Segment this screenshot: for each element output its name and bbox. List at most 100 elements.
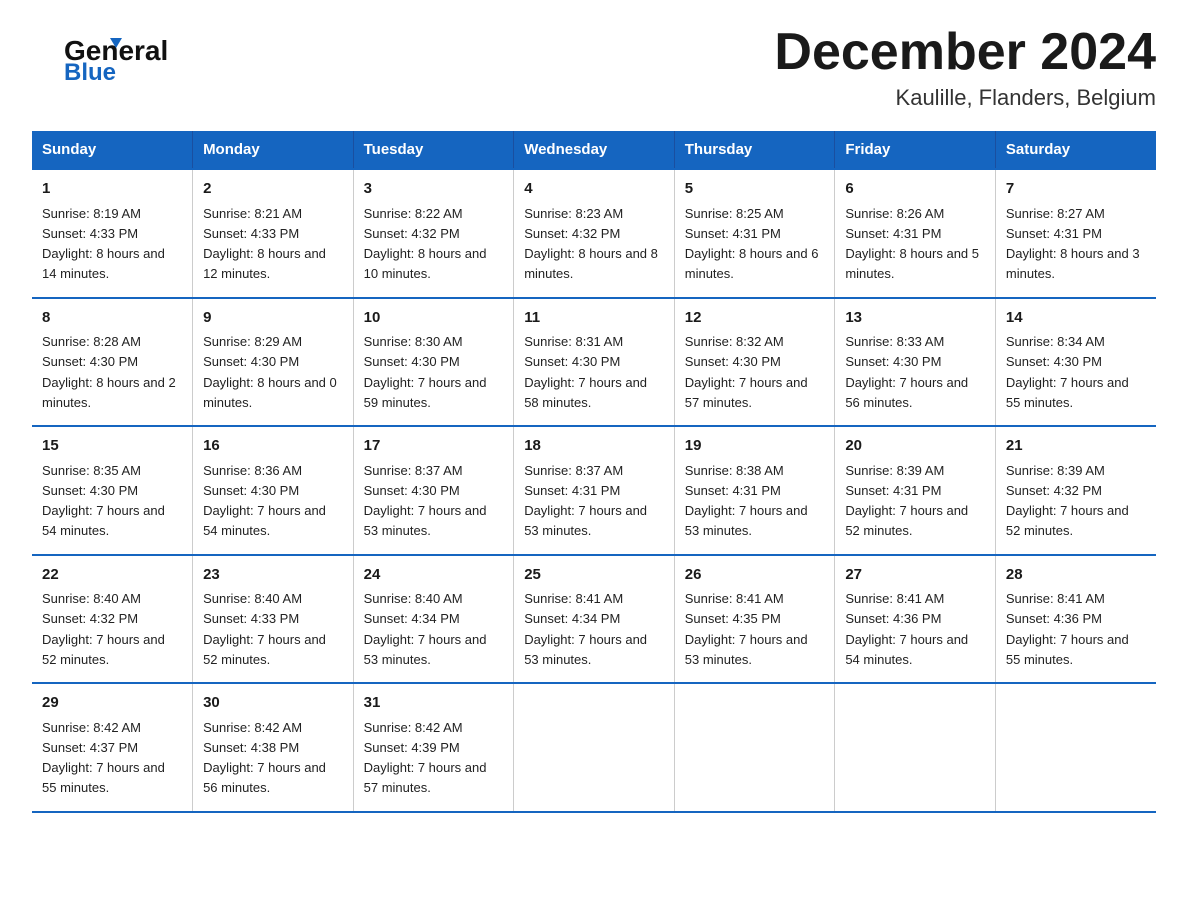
- day-info: Sunrise: 8:36 AMSunset: 4:30 PMDaylight:…: [203, 463, 326, 539]
- day-cell: [514, 683, 675, 812]
- day-number: 2: [203, 178, 343, 201]
- day-number: 24: [364, 564, 504, 587]
- day-number: 18: [524, 435, 664, 458]
- day-cell: 28 Sunrise: 8:41 AMSunset: 4:36 PMDaylig…: [995, 555, 1156, 684]
- day-number: 14: [1006, 307, 1146, 330]
- week-row-2: 8 Sunrise: 8:28 AMSunset: 4:30 PMDayligh…: [32, 298, 1156, 427]
- day-number: 6: [845, 178, 985, 201]
- day-cell: 8 Sunrise: 8:28 AMSunset: 4:30 PMDayligh…: [32, 298, 193, 427]
- day-cell: 18 Sunrise: 8:37 AMSunset: 4:31 PMDaylig…: [514, 426, 675, 555]
- day-cell: 13 Sunrise: 8:33 AMSunset: 4:30 PMDaylig…: [835, 298, 996, 427]
- day-info: Sunrise: 8:40 AMSunset: 4:34 PMDaylight:…: [364, 591, 487, 667]
- calendar-table: SundayMondayTuesdayWednesdayThursdayFrid…: [32, 131, 1156, 813]
- day-number: 27: [845, 564, 985, 587]
- day-number: 9: [203, 307, 343, 330]
- day-info: Sunrise: 8:30 AMSunset: 4:30 PMDaylight:…: [364, 334, 487, 410]
- calendar-title: December 2024: [774, 24, 1156, 81]
- day-number: 12: [685, 307, 825, 330]
- calendar-header: SundayMondayTuesdayWednesdayThursdayFrid…: [32, 131, 1156, 169]
- day-info: Sunrise: 8:37 AMSunset: 4:31 PMDaylight:…: [524, 463, 647, 539]
- day-cell: 21 Sunrise: 8:39 AMSunset: 4:32 PMDaylig…: [995, 426, 1156, 555]
- day-info: Sunrise: 8:41 AMSunset: 4:36 PMDaylight:…: [845, 591, 968, 667]
- logo-icon: General Blue: [32, 24, 152, 84]
- day-cell: 12 Sunrise: 8:32 AMSunset: 4:30 PMDaylig…: [674, 298, 835, 427]
- day-number: 19: [685, 435, 825, 458]
- day-number: 21: [1006, 435, 1146, 458]
- day-info: Sunrise: 8:19 AMSunset: 4:33 PMDaylight:…: [42, 206, 165, 282]
- day-info: Sunrise: 8:35 AMSunset: 4:30 PMDaylight:…: [42, 463, 165, 539]
- day-info: Sunrise: 8:34 AMSunset: 4:30 PMDaylight:…: [1006, 334, 1129, 410]
- day-cell: 5 Sunrise: 8:25 AMSunset: 4:31 PMDayligh…: [674, 169, 835, 298]
- day-info: Sunrise: 8:41 AMSunset: 4:34 PMDaylight:…: [524, 591, 647, 667]
- day-number: 25: [524, 564, 664, 587]
- day-info: Sunrise: 8:33 AMSunset: 4:30 PMDaylight:…: [845, 334, 968, 410]
- day-number: 3: [364, 178, 504, 201]
- svg-text:Blue: Blue: [64, 59, 116, 86]
- day-info: Sunrise: 8:21 AMSunset: 4:33 PMDaylight:…: [203, 206, 326, 282]
- day-cell: 4 Sunrise: 8:23 AMSunset: 4:32 PMDayligh…: [514, 169, 675, 298]
- header-day-saturday: Saturday: [995, 131, 1156, 169]
- day-number: 28: [1006, 564, 1146, 587]
- day-cell: 10 Sunrise: 8:30 AMSunset: 4:30 PMDaylig…: [353, 298, 514, 427]
- day-number: 20: [845, 435, 985, 458]
- day-info: Sunrise: 8:23 AMSunset: 4:32 PMDaylight:…: [524, 206, 658, 282]
- day-cell: 11 Sunrise: 8:31 AMSunset: 4:30 PMDaylig…: [514, 298, 675, 427]
- week-row-5: 29 Sunrise: 8:42 AMSunset: 4:37 PMDaylig…: [32, 683, 1156, 812]
- day-cell: 30 Sunrise: 8:42 AMSunset: 4:38 PMDaylig…: [193, 683, 354, 812]
- week-row-4: 22 Sunrise: 8:40 AMSunset: 4:32 PMDaylig…: [32, 555, 1156, 684]
- day-cell: 1 Sunrise: 8:19 AMSunset: 4:33 PMDayligh…: [32, 169, 193, 298]
- day-info: Sunrise: 8:42 AMSunset: 4:38 PMDaylight:…: [203, 720, 326, 796]
- day-cell: [995, 683, 1156, 812]
- day-cell: 25 Sunrise: 8:41 AMSunset: 4:34 PMDaylig…: [514, 555, 675, 684]
- title-area: December 2024 Kaulille, Flanders, Belgiu…: [774, 24, 1156, 111]
- day-number: 17: [364, 435, 504, 458]
- day-cell: 7 Sunrise: 8:27 AMSunset: 4:31 PMDayligh…: [995, 169, 1156, 298]
- week-row-3: 15 Sunrise: 8:35 AMSunset: 4:30 PMDaylig…: [32, 426, 1156, 555]
- header-day-friday: Friday: [835, 131, 996, 169]
- day-cell: 26 Sunrise: 8:41 AMSunset: 4:35 PMDaylig…: [674, 555, 835, 684]
- day-number: 11: [524, 307, 664, 330]
- header-day-monday: Monday: [193, 131, 354, 169]
- day-info: Sunrise: 8:39 AMSunset: 4:32 PMDaylight:…: [1006, 463, 1129, 539]
- day-number: 30: [203, 692, 343, 715]
- day-info: Sunrise: 8:25 AMSunset: 4:31 PMDaylight:…: [685, 206, 819, 282]
- header-day-wednesday: Wednesday: [514, 131, 675, 169]
- calendar-subtitle: Kaulille, Flanders, Belgium: [774, 85, 1156, 111]
- calendar-body: 1 Sunrise: 8:19 AMSunset: 4:33 PMDayligh…: [32, 169, 1156, 812]
- day-number: 7: [1006, 178, 1146, 201]
- day-number: 13: [845, 307, 985, 330]
- page-header: General Blue December 2024 Kaulille, Fla…: [32, 24, 1156, 111]
- day-info: Sunrise: 8:28 AMSunset: 4:30 PMDaylight:…: [42, 334, 176, 410]
- day-number: 8: [42, 307, 182, 330]
- day-cell: 3 Sunrise: 8:22 AMSunset: 4:32 PMDayligh…: [353, 169, 514, 298]
- day-number: 1: [42, 178, 182, 201]
- day-cell: 24 Sunrise: 8:40 AMSunset: 4:34 PMDaylig…: [353, 555, 514, 684]
- day-number: 31: [364, 692, 504, 715]
- day-cell: 23 Sunrise: 8:40 AMSunset: 4:33 PMDaylig…: [193, 555, 354, 684]
- day-number: 10: [364, 307, 504, 330]
- day-cell: 29 Sunrise: 8:42 AMSunset: 4:37 PMDaylig…: [32, 683, 193, 812]
- day-info: Sunrise: 8:39 AMSunset: 4:31 PMDaylight:…: [845, 463, 968, 539]
- day-number: 23: [203, 564, 343, 587]
- day-info: Sunrise: 8:42 AMSunset: 4:37 PMDaylight:…: [42, 720, 165, 796]
- day-info: Sunrise: 8:40 AMSunset: 4:33 PMDaylight:…: [203, 591, 326, 667]
- day-cell: [835, 683, 996, 812]
- day-cell: 9 Sunrise: 8:29 AMSunset: 4:30 PMDayligh…: [193, 298, 354, 427]
- day-cell: 22 Sunrise: 8:40 AMSunset: 4:32 PMDaylig…: [32, 555, 193, 684]
- day-number: 22: [42, 564, 182, 587]
- day-number: 5: [685, 178, 825, 201]
- day-info: Sunrise: 8:37 AMSunset: 4:30 PMDaylight:…: [364, 463, 487, 539]
- day-number: 26: [685, 564, 825, 587]
- day-cell: 15 Sunrise: 8:35 AMSunset: 4:30 PMDaylig…: [32, 426, 193, 555]
- day-info: Sunrise: 8:31 AMSunset: 4:30 PMDaylight:…: [524, 334, 647, 410]
- day-info: Sunrise: 8:38 AMSunset: 4:31 PMDaylight:…: [685, 463, 808, 539]
- day-cell: 17 Sunrise: 8:37 AMSunset: 4:30 PMDaylig…: [353, 426, 514, 555]
- day-info: Sunrise: 8:27 AMSunset: 4:31 PMDaylight:…: [1006, 206, 1140, 282]
- day-cell: 31 Sunrise: 8:42 AMSunset: 4:39 PMDaylig…: [353, 683, 514, 812]
- header-day-sunday: Sunday: [32, 131, 193, 169]
- day-cell: 16 Sunrise: 8:36 AMSunset: 4:30 PMDaylig…: [193, 426, 354, 555]
- day-info: Sunrise: 8:22 AMSunset: 4:32 PMDaylight:…: [364, 206, 487, 282]
- header-day-thursday: Thursday: [674, 131, 835, 169]
- header-day-tuesday: Tuesday: [353, 131, 514, 169]
- day-info: Sunrise: 8:40 AMSunset: 4:32 PMDaylight:…: [42, 591, 165, 667]
